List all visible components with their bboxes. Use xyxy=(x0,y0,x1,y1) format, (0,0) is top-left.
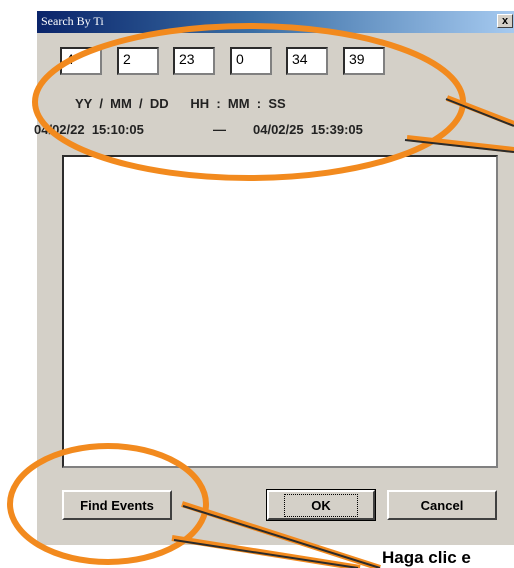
caption-text: Haga clic e xyxy=(382,548,471,567)
highlight-ellipse-bottom xyxy=(7,443,209,565)
highlight-ellipse-top xyxy=(32,23,466,181)
annotation-overlay xyxy=(7,23,514,568)
